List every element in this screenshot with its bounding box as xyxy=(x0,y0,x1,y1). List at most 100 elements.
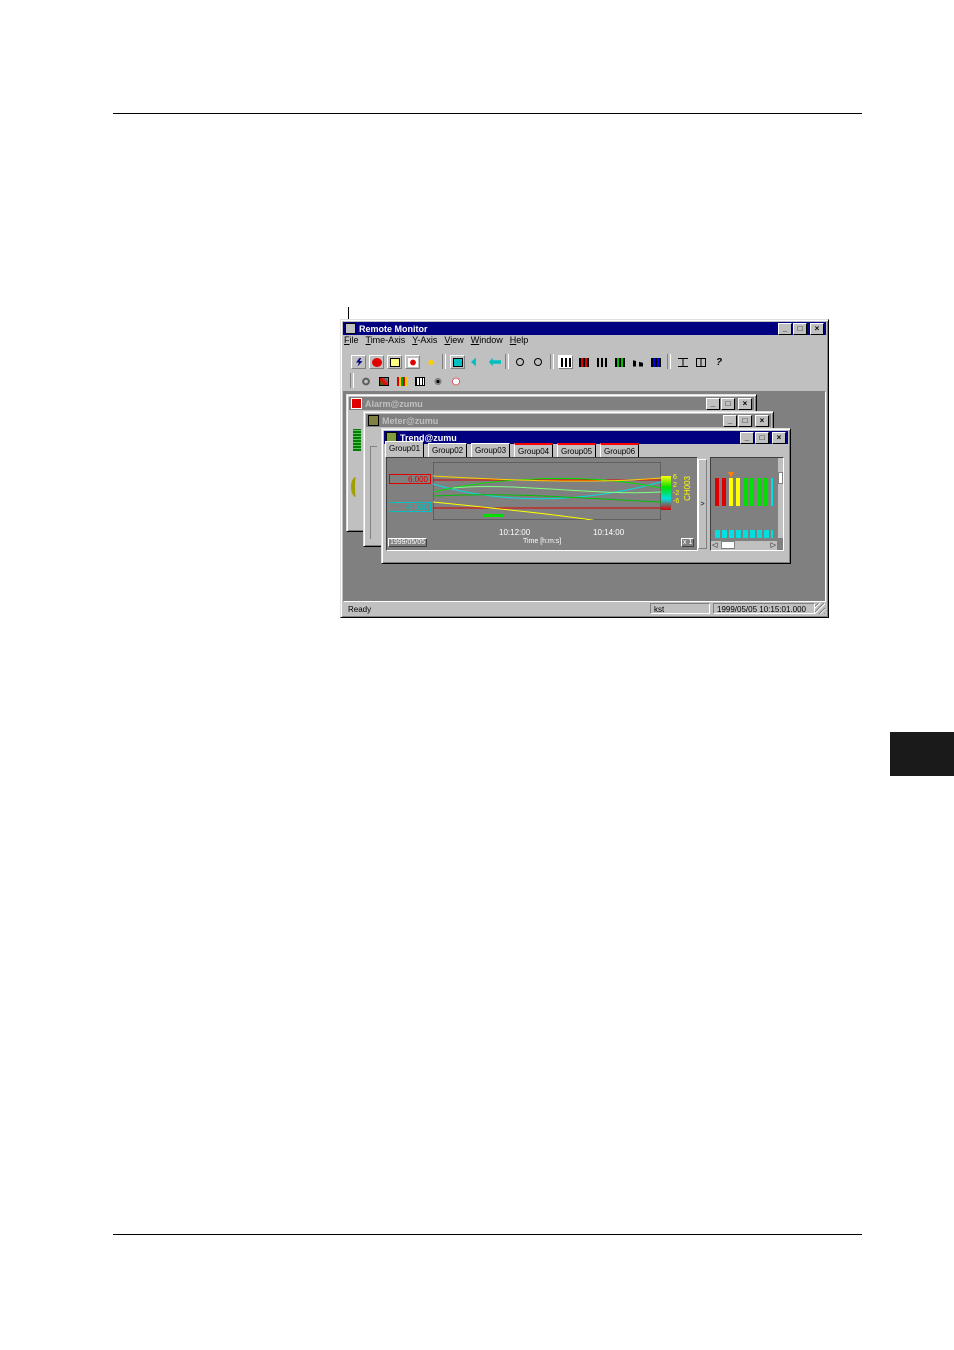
bar-set-lower xyxy=(715,530,773,538)
toolbar-separator xyxy=(667,354,671,369)
alarm-window-icon xyxy=(351,398,362,409)
minimize-icon[interactable]: _ xyxy=(706,398,720,410)
meter-window-icon xyxy=(368,415,379,426)
fit-icon[interactable] xyxy=(693,355,708,369)
meter-window-title: Meter@zumu xyxy=(382,415,439,426)
remote-monitor-window: Remote Monitor _ □ × File Time-Axis Y-Ax… xyxy=(340,319,829,618)
lower-value-box: -6.000 xyxy=(389,502,431,512)
maximize-icon[interactable]: □ xyxy=(755,432,769,444)
trend-icon[interactable] xyxy=(376,374,391,388)
maximize-icon[interactable]: □ xyxy=(793,323,807,335)
trend-lines xyxy=(433,462,661,520)
toolbar-row-2 xyxy=(349,373,466,388)
bar-display-icon[interactable] xyxy=(558,354,573,369)
resize-grip-icon[interactable] xyxy=(815,603,825,614)
toolbar-separator xyxy=(505,354,509,369)
menu-view[interactable]: View xyxy=(444,335,463,349)
monitor-app-icon xyxy=(345,323,356,334)
menu-time-axis[interactable]: Time-Axis xyxy=(366,335,406,349)
scale-values: 6 2 -2 -6 xyxy=(673,474,679,506)
bar-green-icon[interactable] xyxy=(594,355,609,369)
scale-value: 6 xyxy=(673,474,677,481)
bar-set-upper xyxy=(715,478,773,506)
record-icon[interactable] xyxy=(387,354,402,369)
maximize-icon[interactable]: □ xyxy=(738,415,752,427)
meter-panel-edge xyxy=(370,446,377,539)
panel-expand-button[interactable]: > xyxy=(698,459,707,549)
status-ready: Ready xyxy=(348,605,372,614)
tab-group01[interactable]: Group01 xyxy=(385,441,425,457)
help-icon[interactable]: ? xyxy=(711,355,726,369)
bar-mixed-icon[interactable] xyxy=(648,355,663,369)
bar-vertical-scrollbar[interactable] xyxy=(778,458,783,538)
tab-group05[interactable]: Group05 xyxy=(557,443,597,457)
menu-help[interactable]: Help xyxy=(510,335,529,349)
date-display: 1999/05/05 xyxy=(388,538,428,547)
scale-markers xyxy=(661,476,671,510)
fast-scroll-icon[interactable] xyxy=(486,355,501,369)
close-icon[interactable]: × xyxy=(738,398,752,410)
maximize-icon[interactable]: □ xyxy=(721,398,735,410)
table-icon[interactable] xyxy=(412,374,427,388)
close-icon[interactable]: × xyxy=(810,323,824,335)
toolbar-separator xyxy=(550,354,554,369)
time-tick-1: 10:12:00 xyxy=(499,528,531,537)
scroll-thumb[interactable] xyxy=(778,472,783,484)
status-datetime: 1999/05/05 10:15:01.000 xyxy=(713,603,815,614)
zoom-indicator[interactable]: x 1 xyxy=(681,538,695,547)
alarm-title-bar[interactable]: Alarm@zumu _ □ × xyxy=(349,397,754,410)
bar-graph-panel: ◁ ▷ xyxy=(710,457,784,551)
menu-bar: File Time-Axis Y-Axis View Window Help xyxy=(344,335,535,349)
toolbar-separator xyxy=(442,354,446,369)
tab-group06[interactable]: Group06 xyxy=(600,443,640,457)
main-window-title: Remote Monitor xyxy=(359,323,428,334)
menu-file[interactable]: File xyxy=(344,335,359,349)
scale-value: -2 xyxy=(673,490,680,497)
meter-icon[interactable] xyxy=(430,374,445,388)
toolbar-grip xyxy=(350,373,354,388)
gear-icon[interactable] xyxy=(358,374,373,388)
scale-value: 2 xyxy=(673,482,677,489)
bar-red-icon[interactable] xyxy=(576,355,591,369)
bracket-icon[interactable] xyxy=(675,355,690,369)
alarm-indicator-column xyxy=(353,429,361,451)
minimize-icon[interactable]: _ xyxy=(740,432,754,444)
tab-group02[interactable]: Group02 xyxy=(428,443,468,457)
header-rule xyxy=(113,113,862,114)
clock-icon[interactable] xyxy=(448,374,463,388)
status-bar: Ready kst 1999/05/05 10:15:01.000 xyxy=(344,603,827,614)
bar-horizontal-scrollbar[interactable]: ◁ ▷ xyxy=(711,541,777,550)
footer-rule xyxy=(113,1234,862,1235)
stop-icon[interactable] xyxy=(369,354,384,369)
flash-icon[interactable] xyxy=(423,355,438,369)
bar-step-icon[interactable] xyxy=(630,355,645,369)
meter-title-bar[interactable]: Meter@zumu _ □ × xyxy=(366,414,771,427)
scroll-right-icon[interactable] xyxy=(450,354,465,369)
tab-group03[interactable]: Group03 xyxy=(471,443,511,457)
minimize-icon[interactable]: _ xyxy=(723,415,737,427)
scroll-right-icon[interactable]: ▷ xyxy=(771,541,776,550)
scroll-left-icon[interactable]: ◁ xyxy=(712,541,717,550)
main-title-bar[interactable]: Remote Monitor _ □ × xyxy=(343,322,826,335)
scroll-left-icon[interactable] xyxy=(468,355,483,369)
close-icon[interactable]: × xyxy=(755,415,769,427)
minimize-icon[interactable]: _ xyxy=(778,323,792,335)
bar-multi-icon[interactable] xyxy=(612,355,627,369)
time-axis-label: Time [h:m:s] xyxy=(523,538,562,545)
alarm-gauge-arc xyxy=(351,477,361,497)
zoom-in-icon[interactable] xyxy=(513,355,528,369)
zoom-out-icon[interactable] xyxy=(531,355,546,369)
status-zone: kst xyxy=(650,603,710,614)
upper-value-box: 6.000 xyxy=(389,474,431,484)
scroll-thumb[interactable] xyxy=(721,541,735,549)
menu-y-axis[interactable]: Y-Axis xyxy=(412,335,437,349)
menu-window[interactable]: Window xyxy=(471,335,503,349)
bars-icon[interactable] xyxy=(394,374,409,388)
tab-group04[interactable]: Group04 xyxy=(514,443,554,457)
channel-label: CH003 xyxy=(683,476,692,501)
alarm-icon[interactable] xyxy=(405,354,420,369)
time-tick-2: 10:14:00 xyxy=(593,528,625,537)
scale-value: -6 xyxy=(673,498,680,505)
close-icon[interactable]: × xyxy=(772,432,786,444)
connect-icon[interactable] xyxy=(351,354,366,369)
